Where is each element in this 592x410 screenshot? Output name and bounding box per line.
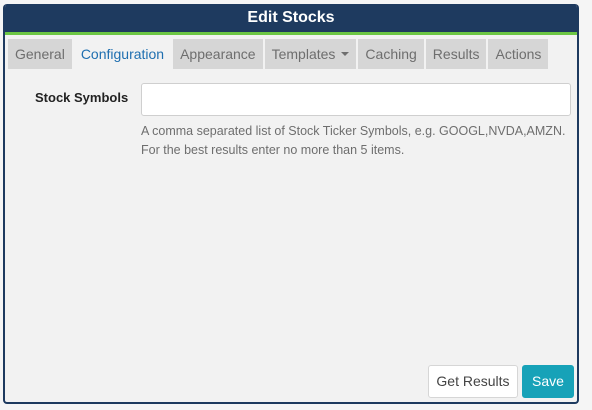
tab-templates-label: Templates bbox=[271, 46, 336, 62]
stock-symbols-label: Stock Symbols bbox=[35, 90, 129, 105]
tab-actions[interactable]: Actions bbox=[488, 39, 549, 69]
tab-templates[interactable]: Templates bbox=[264, 39, 357, 69]
help-text-line-2: For the best results enter no more than … bbox=[141, 143, 405, 157]
tab-results[interactable]: Results bbox=[425, 39, 487, 69]
tab-caching[interactable]: Caching bbox=[358, 39, 424, 69]
chevron-down-icon bbox=[341, 52, 350, 57]
tab-bar: General Configuration Appearance Templat… bbox=[5, 35, 577, 69]
tab-configuration[interactable]: Configuration bbox=[73, 39, 172, 69]
tab-general[interactable]: General bbox=[8, 39, 72, 69]
stock-symbols-help: A comma separated list of Stock Ticker S… bbox=[141, 122, 565, 160]
edit-stocks-dialog: Edit Stocks General Configuration Appear… bbox=[3, 4, 579, 404]
save-button[interactable]: Save bbox=[522, 365, 574, 398]
dialog-title: Edit Stocks bbox=[5, 4, 577, 35]
tab-appearance[interactable]: Appearance bbox=[173, 39, 263, 69]
stock-symbols-input[interactable] bbox=[141, 83, 571, 116]
help-text-line-1: A comma separated list of Stock Ticker S… bbox=[141, 124, 566, 138]
get-results-button[interactable]: Get Results bbox=[428, 365, 518, 398]
